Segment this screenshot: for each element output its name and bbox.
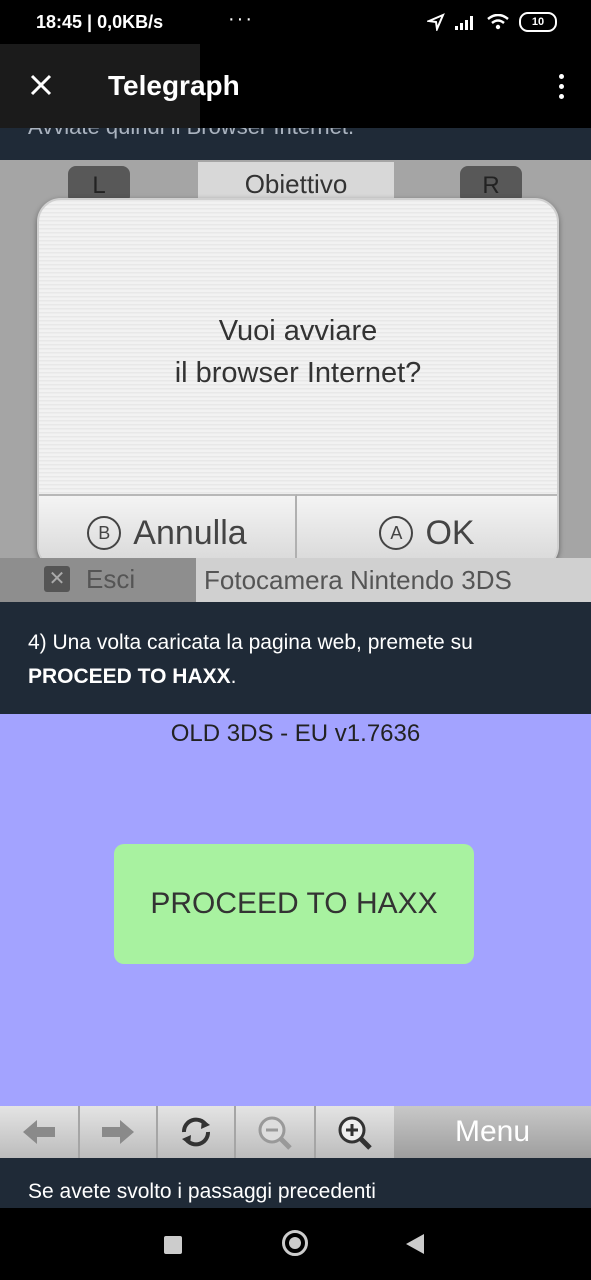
paragraph-bold: PROCEED TO HAXX [28, 665, 231, 688]
status-more-indicator: ··· [228, 8, 254, 30]
status-bar: 18:45 | 0,0KB/s ··· 10 [0, 0, 591, 44]
zoom-out-icon [236, 1106, 316, 1158]
home-icon[interactable] [282, 1230, 308, 1256]
forward-arrow-icon [80, 1106, 158, 1158]
cut-text: Avviate quindi il Browser Internet. [28, 128, 354, 140]
wifi-icon [487, 14, 509, 30]
menu-button: Menu [394, 1106, 591, 1158]
dialog-line-2: il browser Internet? [174, 357, 422, 389]
browser-navbar: Menu [0, 1106, 591, 1158]
exit-icon: ✕ [44, 566, 70, 592]
a-button-icon: A [379, 516, 414, 550]
signal-icon [455, 16, 473, 30]
next-paragraph: Se avete svolto i passaggi precedenti [28, 1180, 376, 1203]
paragraph-prefix: 4) Una volta caricata la pagina web, pre… [28, 631, 473, 654]
cut-text-line: Avviate quindi il Browser Internet. [0, 128, 591, 160]
location-icon [427, 13, 445, 31]
version-label: OLD 3DS - EU v1.7636 [170, 720, 421, 747]
obiettivo-tab: Obiettivo [198, 162, 394, 202]
android-navigation-bar [0, 1208, 591, 1280]
screenshot-haxx-page: OLD 3DS - EU v1.7636 PROCEED TO HAXX Men… [0, 714, 591, 1158]
exit-bar: ✕ Esci [0, 558, 196, 602]
camera-app-label: Fotocamera Nintendo 3DS [196, 558, 591, 602]
page-title: Telegraph [108, 70, 240, 101]
screenshot-3ds-dialog: L Obiettivo R Vuoi avviare il browser In… [0, 160, 591, 602]
dialog-message: Vuoi avviare il browser Internet? [39, 310, 557, 394]
back-arrow-icon [0, 1106, 80, 1158]
reload-icon [158, 1106, 236, 1158]
b-button-icon: B [87, 516, 122, 550]
ok-label: OK [425, 513, 475, 552]
exit-label: Esci [86, 564, 136, 594]
browser-dialog: Vuoi avviare il browser Internet? B Annu… [37, 198, 559, 570]
recents-icon[interactable] [164, 1236, 182, 1254]
paragraph-suffix: . [230, 665, 237, 688]
zoom-in-icon [316, 1106, 396, 1158]
app-toolbar: Telegraph [0, 44, 591, 128]
status-icons: 10 [427, 12, 557, 32]
more-options-icon[interactable] [559, 74, 565, 102]
cancel-label: Annulla [133, 513, 247, 552]
dialog-line-1: Vuoi avviare [218, 315, 378, 347]
proceed-to-haxx-button: PROCEED TO HAXX [114, 844, 474, 964]
battery-icon: 10 [519, 12, 557, 32]
instruction-paragraph: 4) Una volta caricata la pagina web, pre… [28, 626, 563, 694]
back-icon[interactable] [406, 1234, 424, 1254]
status-time-speed: 18:45 | 0,0KB/s [36, 12, 164, 32]
close-icon[interactable] [26, 70, 56, 100]
